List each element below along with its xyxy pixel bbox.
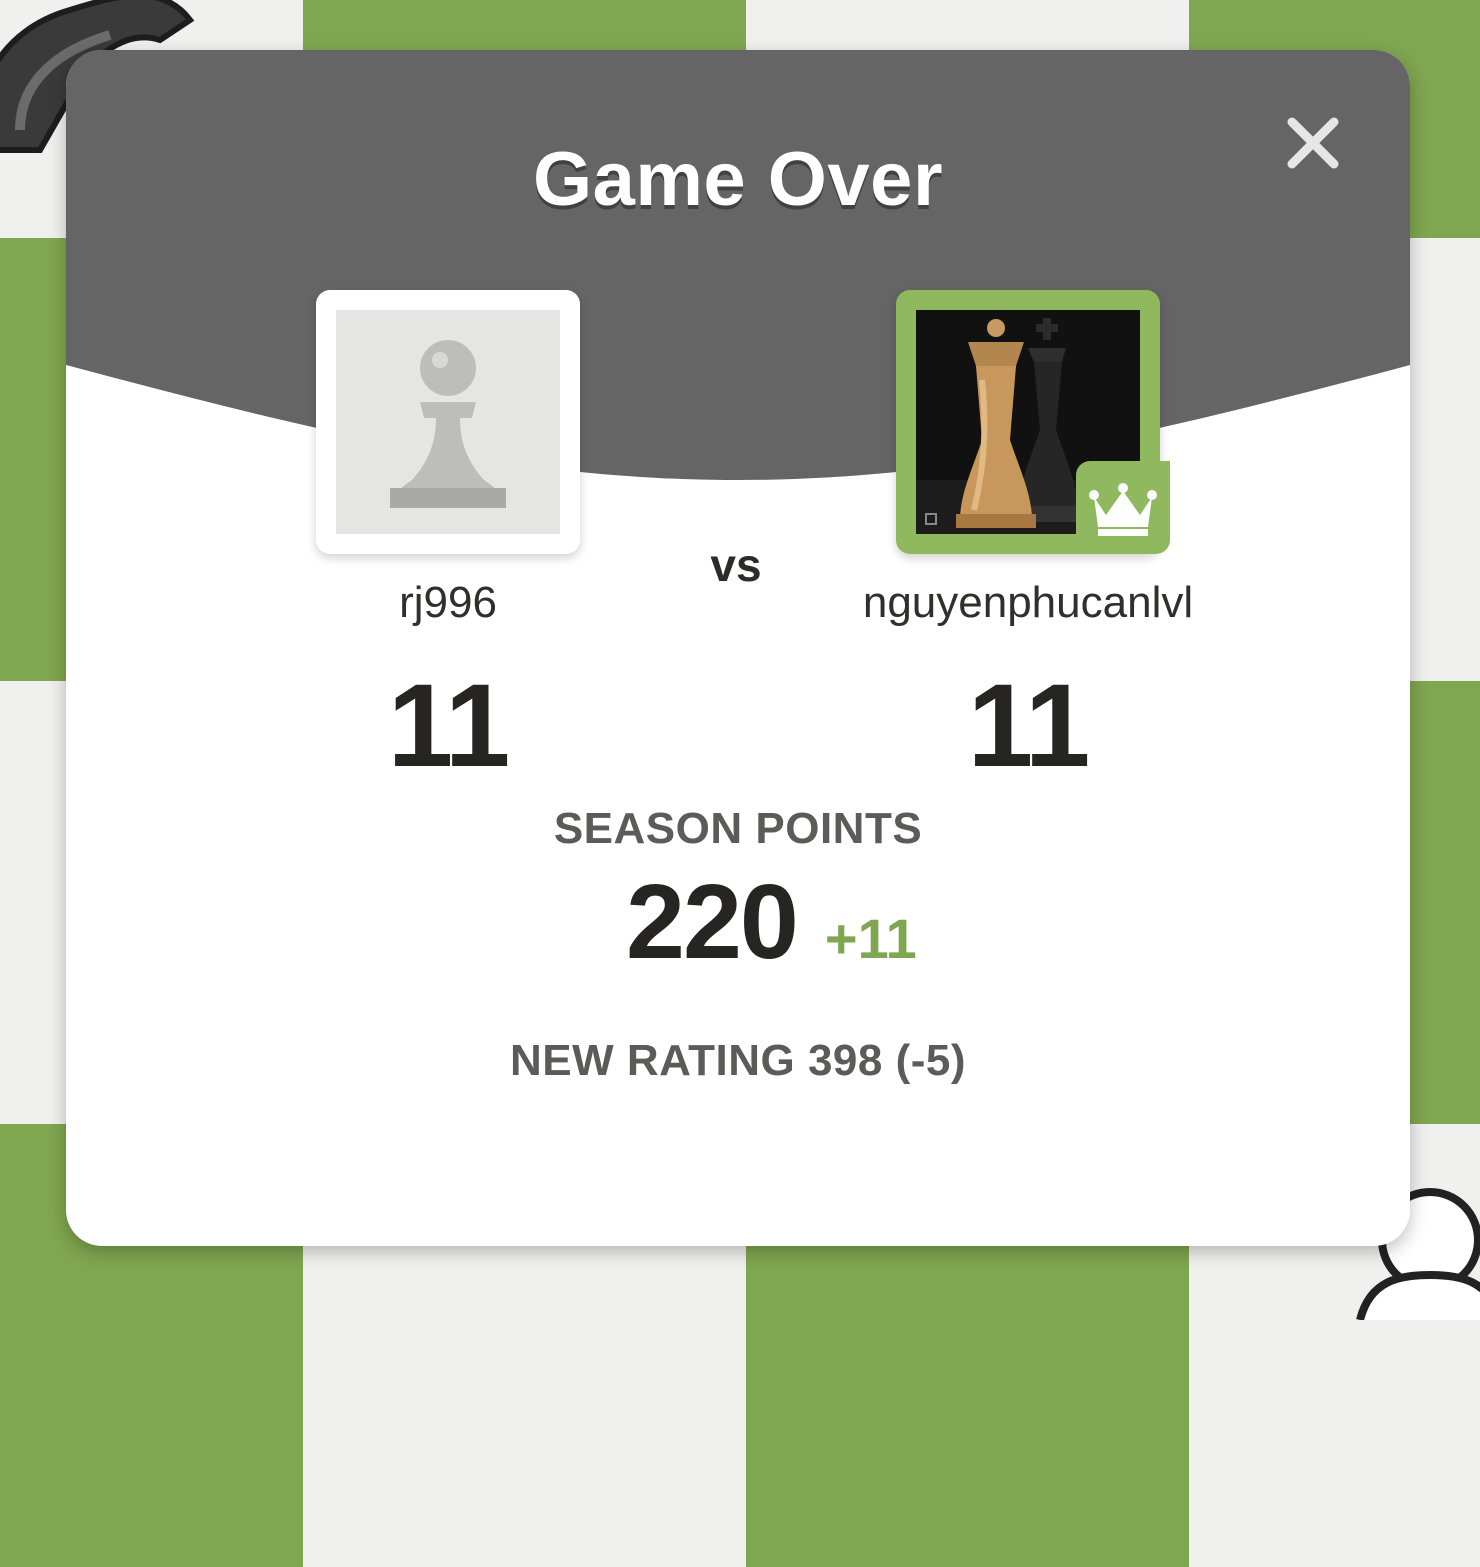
player-score-left: 11 [387, 660, 511, 792]
player-username-left[interactable]: rj996 [298, 578, 598, 628]
premium-badge [1076, 461, 1170, 554]
player-username-right[interactable]: nguyenphucanlvl [778, 578, 1278, 628]
dialog-header-background [66, 50, 1410, 480]
season-points-row: 220 +11 [626, 862, 917, 982]
player-avatar-left[interactable] [316, 290, 580, 554]
game-over-dialog: Game Over vs rj996 nguyenphucanlvl 11 11… [66, 50, 1410, 1246]
season-points-value: 220 [626, 863, 799, 981]
season-points-delta: +11 [824, 907, 917, 970]
dialog-title: Game Over [532, 137, 944, 222]
close-icon[interactable] [1282, 112, 1344, 174]
new-rating-text: NEW RATING 398 (-5) [509, 1036, 967, 1085]
pawn-avatar-icon [336, 310, 560, 534]
crown-icon [1089, 483, 1157, 536]
season-points-label: SEASON POINTS [553, 804, 923, 853]
player-score-right: 11 [967, 660, 1091, 792]
